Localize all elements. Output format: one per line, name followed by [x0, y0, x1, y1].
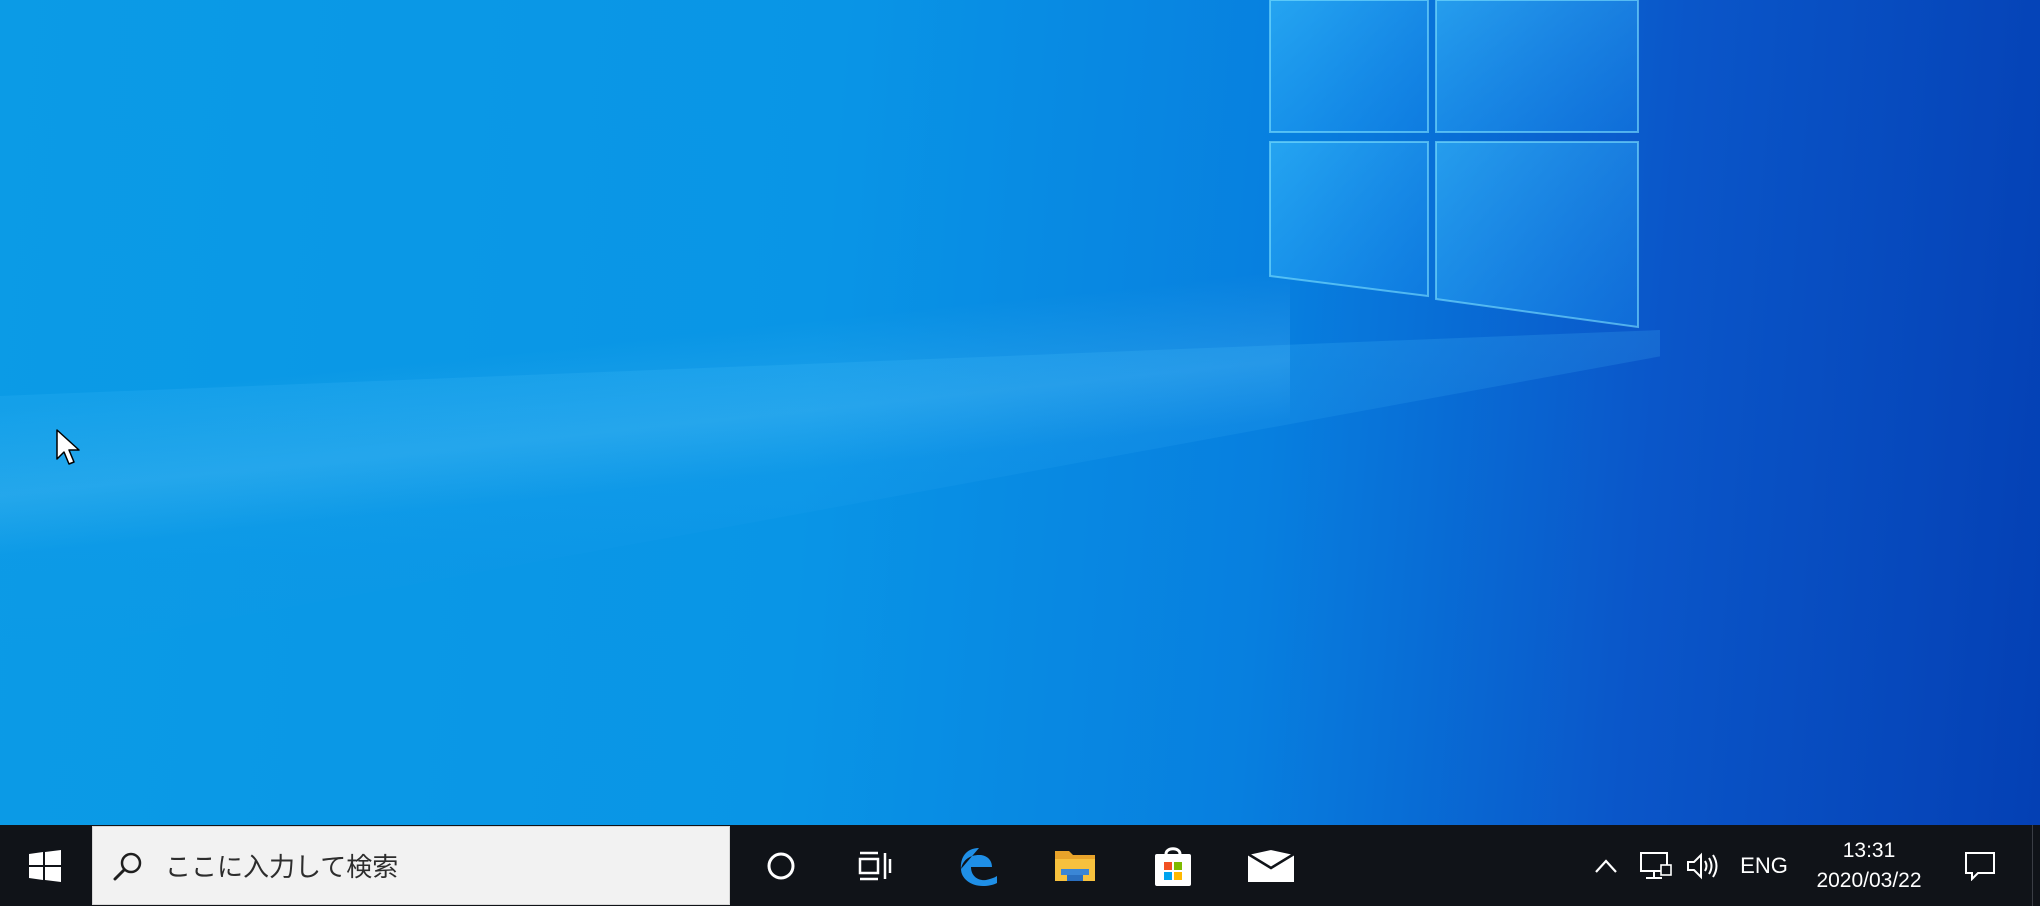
network-button[interactable] — [1632, 825, 1680, 906]
input-language-indicator[interactable]: ENG — [1730, 825, 1798, 906]
mail-app-button[interactable] — [1228, 825, 1314, 906]
edge-icon — [960, 847, 997, 886]
volume-icon — [1687, 852, 1718, 879]
folder-icon — [1055, 850, 1095, 881]
clock[interactable]: 13:31 2020/03/22 — [1796, 825, 1942, 906]
search-placeholder: ここに入力して検索 — [165, 853, 399, 883]
wallpaper-light-beam — [0, 270, 1290, 556]
cortana-circle-icon — [767, 852, 795, 879]
store-bag-icon — [1155, 846, 1191, 886]
action-center-button[interactable] — [1950, 825, 2010, 906]
windows-logo-icon — [1269, 0, 1639, 329]
start-button[interactable] — [0, 825, 90, 906]
arrow-cursor-icon — [56, 429, 80, 465]
taskbar: ここに入力して検索 ENG 13:31 2020/03/22 — [0, 825, 2040, 906]
edge-app-button[interactable] — [936, 825, 1022, 906]
store-app-button[interactable] — [1130, 825, 1216, 906]
chevron-up-icon — [1595, 858, 1617, 873]
network-icon — [1640, 851, 1672, 879]
task-view-icon — [858, 851, 892, 880]
clock-time: 13:31 — [1842, 838, 1896, 862]
search-box[interactable]: ここに入力して検索 — [92, 826, 730, 905]
cortana-button[interactable] — [740, 825, 822, 906]
mail-icon — [1247, 847, 1295, 882]
show-hidden-icons-button[interactable] — [1584, 825, 1628, 906]
task-view-button[interactable] — [832, 825, 918, 906]
search-icon — [113, 851, 157, 881]
windows-start-icon — [29, 849, 61, 882]
desktop-wallpaper[interactable] — [0, 0, 2040, 825]
action-center-icon — [1965, 851, 1995, 881]
show-desktop-button[interactable] — [2032, 825, 2040, 906]
volume-button[interactable] — [1680, 825, 1726, 906]
file-explorer-button[interactable] — [1032, 825, 1118, 906]
wallpaper-light-floor — [0, 330, 1660, 660]
clock-date: 2020/03/22 — [1816, 868, 1922, 892]
